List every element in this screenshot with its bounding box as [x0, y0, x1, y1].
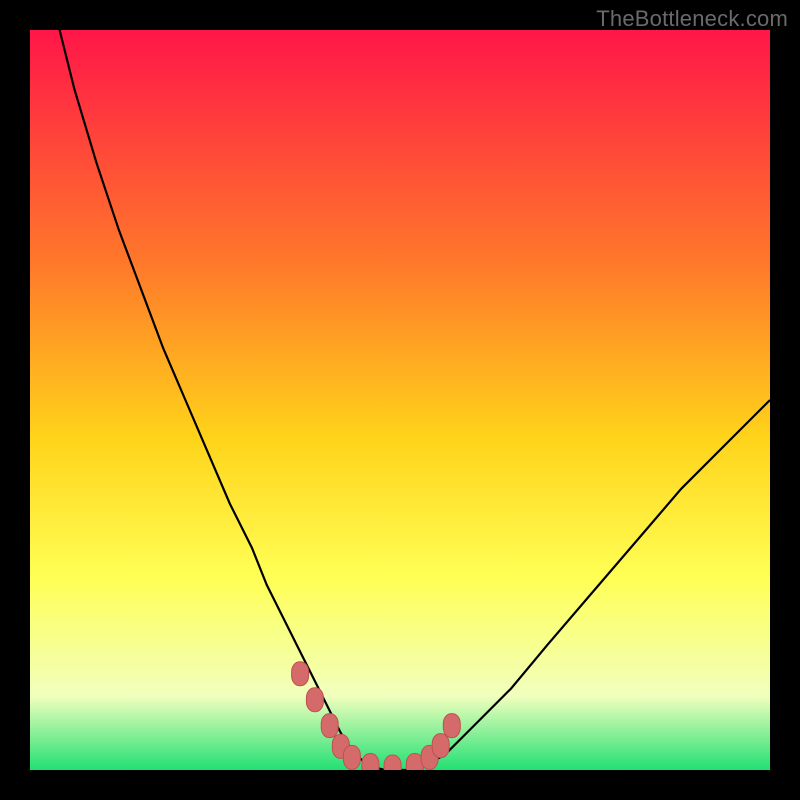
watermark-text: TheBottleneck.com [596, 6, 788, 32]
highlight-marker [321, 714, 338, 738]
highlight-marker [343, 745, 360, 769]
plot-area [30, 30, 770, 770]
chart-root: TheBottleneck.com [0, 0, 800, 800]
highlight-marker [292, 662, 309, 686]
highlight-marker [306, 688, 323, 712]
highlight-marker [443, 714, 460, 738]
gradient-bg [30, 30, 770, 770]
chart-svg [30, 30, 770, 770]
highlight-marker [384, 755, 401, 770]
highlight-marker [362, 754, 379, 770]
highlight-marker [432, 734, 449, 758]
